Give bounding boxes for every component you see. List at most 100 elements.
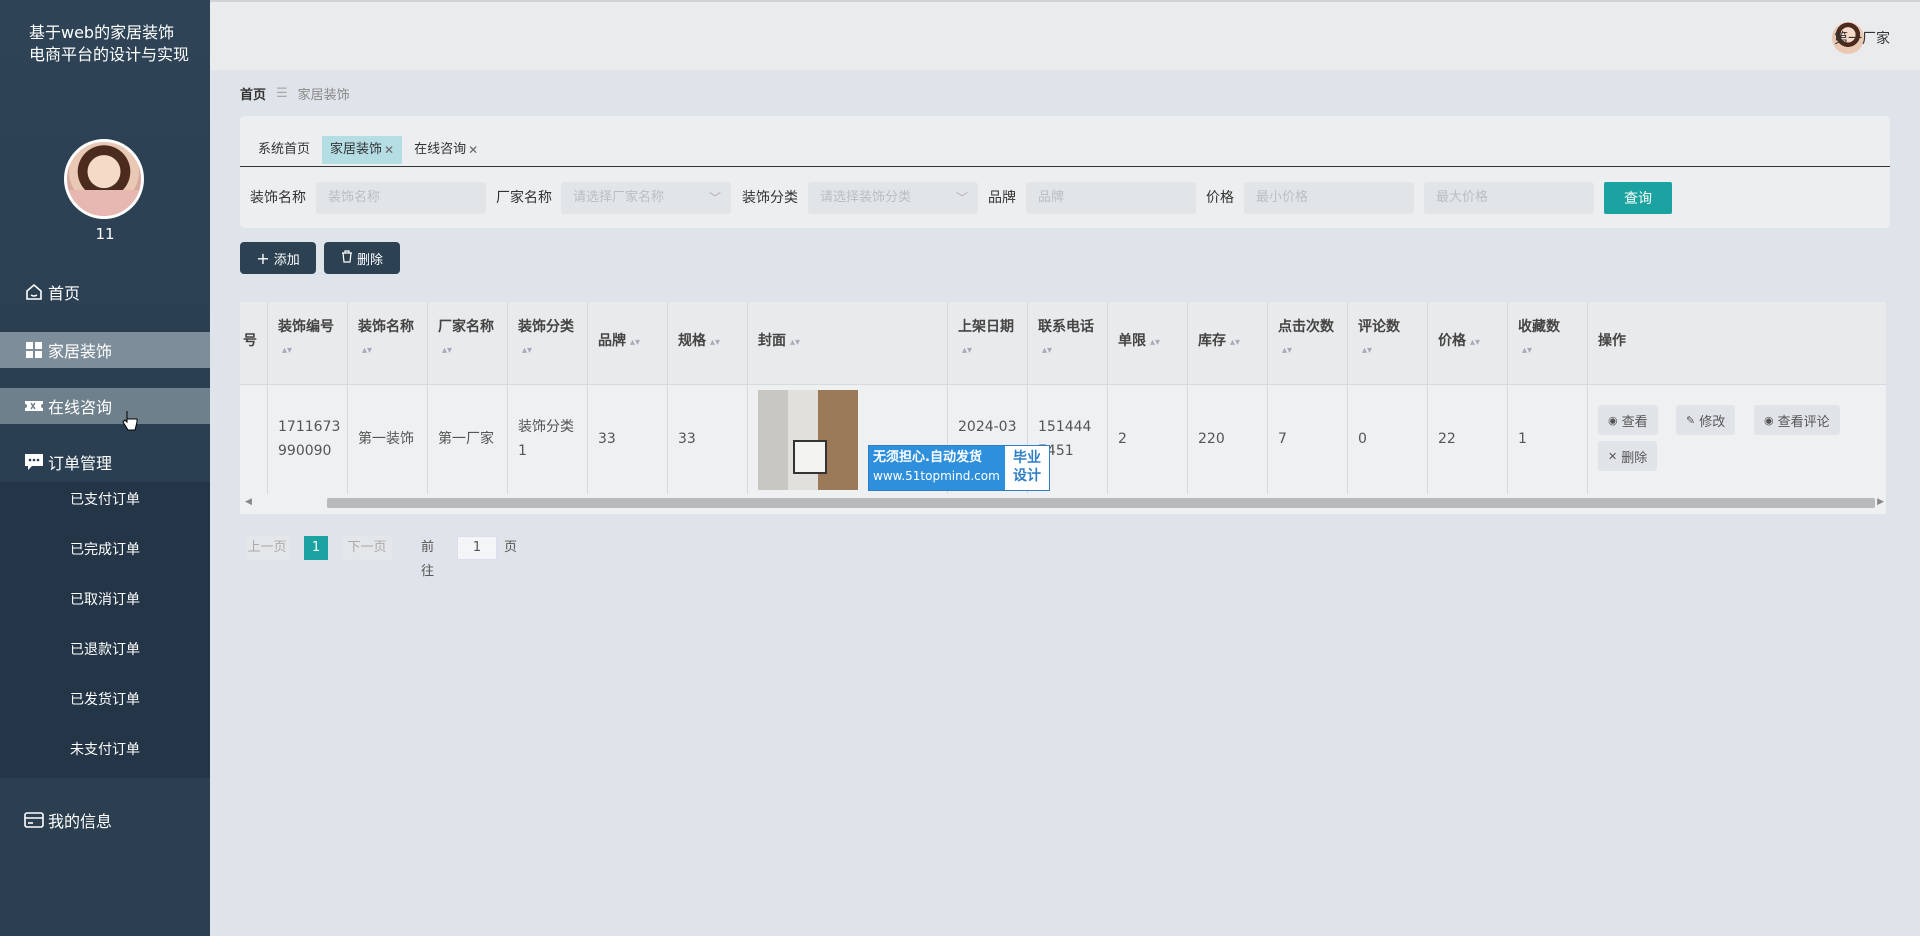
max-price-input[interactable]: 最大价格 — [1424, 182, 1594, 214]
breadcrumb-separator-icon: ☰ — [276, 86, 288, 101]
tab-system-home[interactable]: 系统首页 — [250, 136, 318, 164]
column-header[interactable]: 收藏数 ▴▾ — [1518, 316, 1560, 362]
sidebar-subitem-shipped[interactable]: 已发货订单 — [0, 685, 210, 715]
sort-icon[interactable]: ▴▾ — [1522, 340, 1532, 362]
sidebar-item-orders[interactable]: 订单管理 — [0, 444, 210, 480]
header-user-name[interactable]: 第一厂家 — [1834, 28, 1890, 48]
column-header[interactable]: 规格 ▴▾ — [678, 330, 720, 354]
edit-icon: ✎ — [1686, 413, 1696, 427]
edit-label: 修改 — [1699, 414, 1726, 430]
sidebar-item-decor[interactable]: 家居装饰 — [0, 332, 210, 368]
goto-prefix: 前往 — [421, 540, 435, 579]
scroll-thumb[interactable] — [327, 498, 1875, 508]
view-button[interactable]: ◉ 查看 — [1598, 405, 1658, 435]
next-page-button[interactable]: 下一页 — [342, 536, 392, 560]
scroll-left-icon[interactable]: ◀ — [245, 497, 252, 507]
add-button[interactable]: + 添加 — [240, 242, 316, 274]
tab-online-consult[interactable]: 在线咨询 ✕ — [406, 136, 486, 164]
sidebar-subitem-cancelled[interactable]: 已取消订单 — [0, 585, 210, 615]
sidebar-subitem-paid[interactable]: 已支付订单 — [0, 485, 210, 515]
mouse-cursor-icon — [122, 410, 138, 436]
sort-icon[interactable]: ▴▾ — [1230, 332, 1240, 354]
sidebar-subitem-unpaid[interactable]: 未支付订单 — [0, 735, 210, 765]
tab-label: 在线咨询 — [414, 142, 467, 157]
row-delete-button[interactable]: ✕ 删除 — [1598, 441, 1658, 471]
search-button[interactable]: 查询 — [1604, 182, 1672, 214]
column-header[interactable]: 装饰名称 ▴▾ — [358, 316, 414, 362]
column-header[interactable]: 库存 ▴▾ — [1198, 330, 1240, 354]
factory-select[interactable]: 请选择厂家名称 ﹀ — [561, 182, 731, 214]
goto-page-input[interactable]: 1 — [457, 536, 497, 560]
price-label: 价格 — [1206, 190, 1234, 206]
sidebar-item-label: 订单管理 — [48, 454, 113, 473]
category-select-placeholder: 请选择装饰分类 — [820, 190, 912, 205]
column-header[interactable]: 品牌 ▴▾ — [598, 330, 640, 354]
sidebar-item-myinfo[interactable]: 我的信息 — [0, 802, 210, 838]
cell-brand: 33 — [598, 431, 616, 447]
column-header[interactable]: 装饰编号 ▴▾ — [278, 316, 334, 362]
column-header[interactable]: 封面 ▴▾ — [758, 330, 800, 354]
sort-icon[interactable]: ▴▾ — [522, 340, 532, 362]
sort-icon[interactable]: ▴▾ — [1042, 340, 1052, 362]
tab-home-decor[interactable]: 家居装饰 ✕ — [322, 136, 403, 164]
sidebar: 基于web的家居装饰电商平台的设计与实现 11 首页 家居装饰 在线咨询 订单管… — [0, 0, 210, 936]
column-header[interactable]: 价格 ▴▾ — [1438, 330, 1480, 354]
sort-icon[interactable]: ▴▾ — [710, 332, 720, 354]
sidebar-item-label: 我的信息 — [48, 812, 113, 831]
edit-button[interactable]: ✎ 修改 — [1676, 405, 1736, 435]
column-header[interactable]: 单限 ▴▾ — [1118, 330, 1160, 354]
prev-page-button[interactable]: 上一页 — [245, 536, 289, 560]
goto-suffix: 页 — [504, 540, 518, 555]
column-header[interactable]: 点击次数 ▴▾ — [1278, 316, 1334, 362]
chevron-down-icon: ﹀ — [955, 191, 968, 205]
sort-icon[interactable]: ▴▾ — [1282, 340, 1292, 362]
column-header[interactable]: 联系电话 ▴▾ — [1038, 316, 1094, 362]
table-row[interactable]: 1711673990090 第一装饰 第一厂家 装饰分类1 33 33 2024… — [240, 385, 1886, 497]
sort-icon[interactable]: ▴▾ — [790, 332, 800, 354]
sort-icon[interactable]: ▴▾ — [282, 340, 292, 362]
cell-price: 22 — [1438, 431, 1456, 447]
watermark-banner: 无须担心.自动发货 www.51topmind.com 毕业 设计 — [868, 445, 1050, 491]
cell-spec: 33 — [678, 431, 696, 447]
cell-comments: 0 — [1358, 431, 1367, 447]
sort-icon[interactable]: ▴▾ — [1362, 340, 1372, 362]
column-header[interactable]: 评论数 ▴▾ — [1358, 316, 1400, 362]
sidebar-subitem-completed[interactable]: 已完成订单 — [0, 535, 210, 565]
category-select[interactable]: 请选择装饰分类 ﹀ — [808, 182, 978, 214]
add-button-label: 添加 — [273, 252, 300, 268]
cell-code: 1711673990090 — [278, 419, 341, 459]
breadcrumb-home[interactable]: 首页 — [240, 84, 266, 103]
watermark-tag1: 毕业 — [1013, 450, 1041, 466]
sort-icon[interactable]: ▴▾ — [362, 340, 372, 362]
plus-icon: + — [256, 248, 270, 268]
cell-name: 第一装饰 — [358, 431, 414, 447]
scroll-right-icon[interactable]: ▶ — [1877, 497, 1884, 507]
user-name: 11 — [95, 225, 115, 243]
sort-icon[interactable]: ▴▾ — [630, 332, 640, 354]
page-number-1[interactable]: 1 — [304, 536, 328, 560]
sort-icon[interactable]: ▴▾ — [1470, 332, 1480, 354]
column-header[interactable]: 装饰分类 ▴▾ — [518, 316, 574, 362]
horizontal-scrollbar[interactable]: ◀ ▶ — [240, 494, 1886, 508]
cell-stock: 220 — [1198, 431, 1225, 447]
delete-button[interactable]: 删除 — [324, 242, 400, 274]
breadcrumb: 首页 ☰ 家居装饰 — [240, 84, 350, 103]
sidebar-subitem-refunded[interactable]: 已退款订单 — [0, 635, 210, 665]
close-icon[interactable]: ✕ — [384, 136, 394, 164]
sort-icon[interactable]: ▴▾ — [442, 340, 452, 362]
name-input[interactable]: 装饰名称 — [316, 182, 486, 214]
sort-icon[interactable]: ▴▾ — [1150, 332, 1160, 354]
view-comments-button[interactable]: ◉ 查看评论 — [1754, 405, 1840, 435]
avatar — [64, 139, 144, 219]
column-header[interactable]: 厂家名称 ▴▾ — [438, 316, 494, 362]
close-icon[interactable]: ✕ — [468, 136, 478, 164]
name-label: 装饰名称 — [250, 190, 306, 206]
min-price-input[interactable]: 最小价格 — [1244, 182, 1414, 214]
filter-row: 装饰名称 装饰名称 厂家名称 请选择厂家名称 ﹀ 装饰分类 请选择装饰分类 ﹀ … — [240, 182, 1890, 214]
sort-icon[interactable]: ▴▾ — [962, 340, 972, 362]
sidebar-item-consult[interactable]: 在线咨询 — [0, 388, 210, 431]
column-header[interactable]: 上架日期 ▴▾ — [958, 316, 1014, 362]
chat-icon — [24, 452, 44, 472]
sidebar-item-home[interactable]: 首页 — [0, 274, 210, 310]
brand-input[interactable]: 品牌 — [1026, 182, 1196, 214]
